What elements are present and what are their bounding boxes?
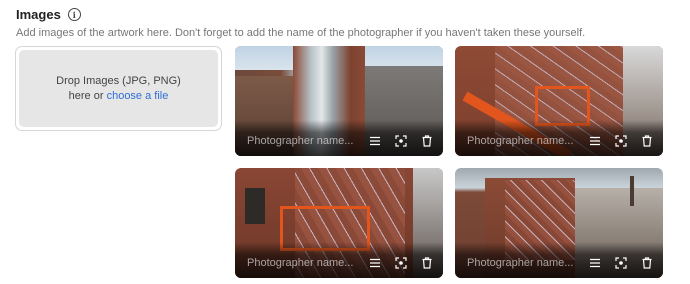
images-title-text: Images — [16, 7, 61, 22]
menu-icon[interactable] — [369, 257, 381, 269]
trash-icon[interactable] — [641, 257, 653, 269]
image-card — [235, 46, 443, 156]
crop-focus-icon[interactable] — [615, 135, 627, 147]
dropzone-text-line1: Drop Images (JPG, PNG) — [56, 74, 181, 87]
crop-focus-icon[interactable] — [615, 257, 627, 269]
choose-file-link[interactable]: choose a file — [107, 90, 169, 102]
card-actions — [589, 135, 653, 147]
card-actions — [589, 257, 653, 269]
photographer-name-input[interactable] — [467, 257, 577, 269]
menu-icon[interactable] — [589, 257, 601, 269]
info-icon[interactable]: i — [67, 8, 81, 21]
trash-icon[interactable] — [641, 135, 653, 147]
photographer-name-input[interactable] — [467, 135, 577, 147]
photographer-name-input[interactable] — [247, 257, 357, 269]
crop-focus-icon[interactable] — [395, 257, 407, 269]
crop-focus-icon[interactable] — [395, 135, 407, 147]
menu-icon[interactable] — [369, 135, 381, 147]
dropzone-text-line2: here or choose a file — [69, 89, 169, 104]
card-actions — [369, 257, 433, 269]
image-card — [455, 46, 663, 156]
trash-icon[interactable] — [421, 135, 433, 147]
image-dropzone[interactable]: Drop Images (JPG, PNG) here or choose a … — [15, 46, 222, 131]
trash-icon[interactable] — [421, 257, 433, 269]
dropzone-text-prefix: here or — [68, 89, 107, 102]
card-actions — [369, 135, 433, 147]
photographer-name-input[interactable] — [247, 135, 357, 147]
image-card — [455, 168, 663, 278]
images-helper-text: Add images of the artwork here. Don't fo… — [16, 27, 586, 39]
menu-icon[interactable] — [589, 135, 601, 147]
dropzone-area[interactable]: Drop Images (JPG, PNG) here or choose a … — [19, 50, 218, 127]
image-card — [235, 168, 443, 278]
images-section-title: Images i — [16, 7, 81, 22]
